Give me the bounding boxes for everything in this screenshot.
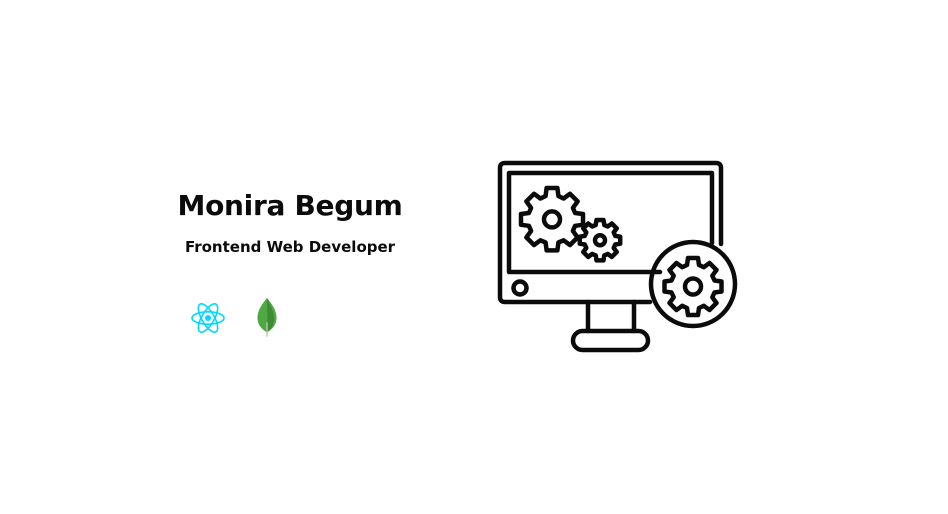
monitor-with-gears-icon	[497, 160, 738, 353]
profile-role: Frontend Web Developer	[184, 238, 396, 256]
mongodb-leaf-icon	[257, 298, 277, 337]
react-logo-icon	[191, 303, 225, 333]
profile-name: Monira Begum	[177, 189, 403, 222]
